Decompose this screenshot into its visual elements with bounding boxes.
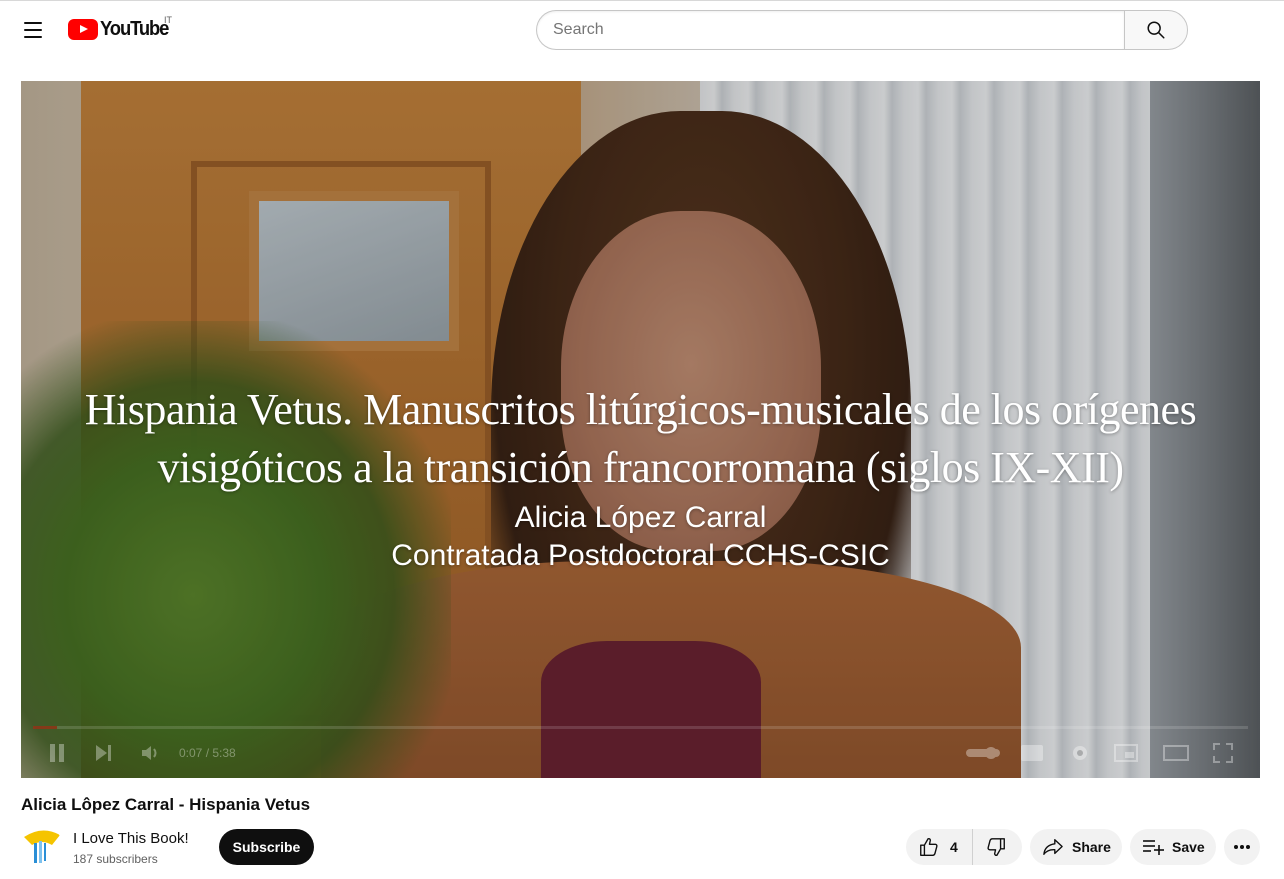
progress-bar[interactable]: [33, 726, 1248, 729]
next-icon[interactable]: [91, 742, 115, 764]
like-count: 4: [950, 839, 958, 855]
video-player[interactable]: Hispania Vetus. Manuscritos litúrgicos-m…: [21, 81, 1260, 778]
logo-text: YouTube: [100, 18, 169, 40]
overlay-title-line-2: visigóticos a la transición francorroman…: [157, 443, 1124, 492]
player-controls: 0:07 / 5:38: [21, 726, 1260, 778]
search-input[interactable]: [536, 10, 1124, 50]
thumbs-up-icon: [920, 837, 938, 856]
share-button[interactable]: Share: [1030, 829, 1122, 865]
search-icon: [1147, 21, 1165, 39]
pause-icon[interactable]: [45, 742, 69, 764]
overlay-role: Contratada Postdoctoral CCHS-CSIC: [391, 539, 890, 572]
subscriber-count: 187 subscribers: [73, 852, 158, 866]
theater-mode-icon[interactable]: [1162, 742, 1190, 764]
save-playlist-add-icon: [1143, 840, 1164, 855]
save-button[interactable]: Save: [1130, 829, 1216, 865]
masthead: YouTube IT: [0, 0, 1284, 58]
dislike-button[interactable]: [973, 829, 1019, 865]
overlay-author: Alicia López Carral: [514, 501, 767, 534]
like-dislike-group: 4: [906, 829, 1022, 865]
like-button[interactable]: 4: [906, 829, 973, 865]
youtube-play-icon: [68, 19, 98, 40]
autoplay-toggle[interactable]: [963, 742, 1003, 764]
progress-fill: [33, 726, 58, 729]
more-actions-button[interactable]: [1224, 829, 1260, 865]
share-label: Share: [1072, 839, 1111, 855]
search-box: [536, 10, 1188, 50]
captions-icon[interactable]: [1019, 742, 1045, 764]
region-code: IT: [164, 15, 172, 25]
settings-gear-icon[interactable]: [1067, 742, 1093, 764]
fullscreen-icon[interactable]: [1211, 742, 1235, 764]
youtube-logo[interactable]: YouTube: [68, 18, 174, 41]
search-button[interactable]: [1124, 10, 1188, 50]
video-title: Alicia Lôpez Carral - Hispania Vetus: [21, 795, 311, 814]
menu-icon[interactable]: [14, 13, 52, 47]
channel-name[interactable]: I Love This Book!: [73, 830, 189, 847]
volume-icon[interactable]: [139, 742, 163, 764]
channel-avatar[interactable]: [22, 825, 62, 865]
overlay-title-line-1: Hispania Vetus. Manuscritos litúrgicos-m…: [84, 385, 1197, 434]
subscribe-button[interactable]: Subscribe: [219, 829, 314, 865]
more-horizontal-icon: [1234, 845, 1250, 849]
save-label: Save: [1172, 839, 1205, 855]
video-title-overlay: Hispania Vetus. Manuscritos litúrgicos-m…: [21, 381, 1260, 575]
channel-logo-icon: [22, 825, 62, 865]
share-arrow-icon: [1043, 839, 1063, 855]
thumbs-down-icon: [987, 838, 1005, 857]
time-display: 0:07 / 5:38: [179, 746, 236, 760]
miniplayer-icon[interactable]: [1113, 742, 1139, 764]
